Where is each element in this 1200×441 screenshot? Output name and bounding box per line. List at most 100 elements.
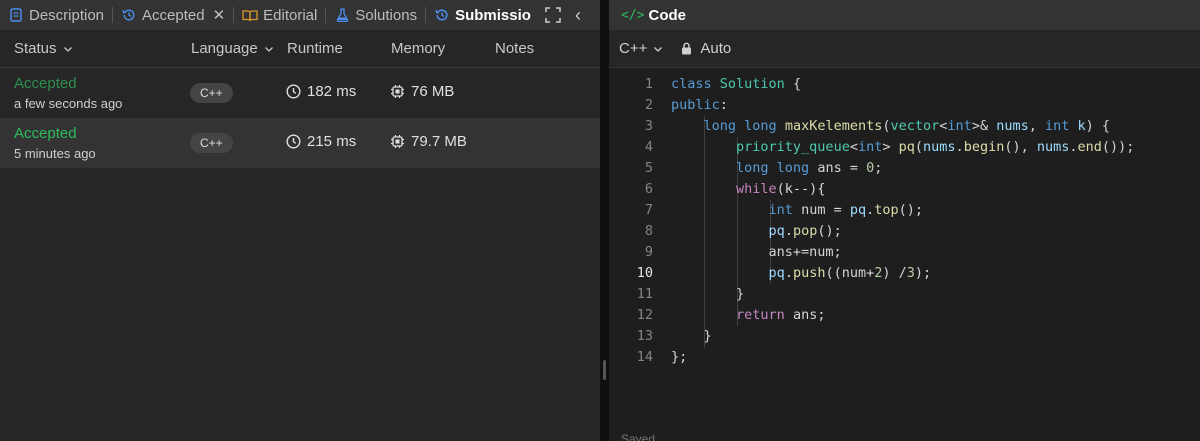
runtime-value: 182 ms <box>307 83 357 100</box>
memory-column-header: Memory <box>391 40 445 57</box>
history-icon <box>121 7 137 23</box>
code-line-current: 10 pq.push((num+2) /3); <box>609 263 1200 284</box>
code-line: 3 long long maxKelements(vector<int>& nu… <box>609 116 1200 137</box>
line-number: 9 <box>644 244 653 260</box>
table-row[interactable]: Accepted a few seconds ago C++ 182 ms 76… <box>0 68 600 118</box>
tab-divider <box>112 7 114 23</box>
table-header: Status Language Runtime Memory Notes <box>0 30 600 68</box>
timestamp: a few seconds ago <box>14 96 123 111</box>
language-column-header[interactable]: Language <box>191 40 274 57</box>
chevron-left-icon[interactable]: ‹ <box>575 5 581 26</box>
runtime-cell: 215 ms <box>286 133 356 150</box>
line-number: 4 <box>644 139 653 155</box>
chevron-down-icon <box>264 46 273 52</box>
line-number: 8 <box>644 223 653 239</box>
tab-label: Solutions <box>355 6 418 24</box>
line-number: 3 <box>644 118 653 134</box>
tab-label: Description <box>29 6 105 24</box>
expand-icon[interactable] <box>544 6 562 24</box>
notes-column-header: Notes <box>495 40 534 57</box>
line-number: 1 <box>644 76 653 92</box>
chip-icon <box>391 85 404 98</box>
language-select[interactable]: C++ <box>619 40 663 57</box>
header-label: Status <box>14 40 57 57</box>
runtime-column-header: Runtime <box>287 40 343 57</box>
tab-submissions[interactable]: Submissio <box>434 0 531 30</box>
code-title: Code <box>648 6 686 24</box>
header-label: Memory <box>391 40 446 57</box>
saved-status: Saved <box>621 432 656 441</box>
code-line: 5 long long ans = 0; <box>609 158 1200 179</box>
timestamp: 5 minutes ago <box>14 146 96 161</box>
code-line: 1 class Solution { <box>609 74 1200 95</box>
chevron-down-icon <box>63 46 72 52</box>
line-number: 14 <box>636 349 653 365</box>
language-badge: C++ <box>190 83 233 103</box>
tab-label: Accepted <box>142 6 205 24</box>
line-number: 5 <box>644 160 653 176</box>
table-row[interactable]: Accepted 5 minutes ago C++ 215 ms 79.7 M… <box>0 118 600 168</box>
clock-icon <box>286 134 301 149</box>
code-text: } <box>671 328 712 344</box>
app-root: Description Accepted ✕ Editorial Solutio… <box>0 0 1200 441</box>
clock-icon <box>286 84 301 99</box>
status-text[interactable]: Accepted <box>14 125 77 142</box>
code-text: int num = pq.top(); <box>768 202 924 218</box>
tab-divider <box>425 7 427 23</box>
code-panel-header: </> Code <box>609 0 1200 30</box>
code-text: public: <box>671 97 728 113</box>
tab-divider <box>325 7 327 23</box>
code-editor[interactable]: 1 class Solution { 2 public: 3 long long m… <box>609 74 1200 374</box>
code-text: }; <box>671 349 688 365</box>
code-line: 8 pq.pop(); <box>609 221 1200 242</box>
runtime-cell: 182 ms <box>286 83 356 100</box>
code-line: 9 ans+=num; <box>609 242 1200 263</box>
mode-label: Auto <box>700 40 732 57</box>
tab-accepted[interactable]: Accepted ✕ <box>121 0 225 30</box>
code-text: ans+=num; <box>671 244 842 260</box>
language-label: C++ <box>619 40 648 57</box>
book-icon <box>242 7 258 23</box>
code-text: while(k--){ <box>736 181 826 197</box>
line-number: 13 <box>636 328 653 344</box>
auto-mode-toggle[interactable]: Auto <box>681 40 731 57</box>
submissions-panel: Description Accepted ✕ Editorial Solutio… <box>0 0 600 441</box>
code-text: return ans; <box>736 307 826 323</box>
code-text: long long maxKelements(vector<int>& nums… <box>703 118 1111 134</box>
line-number: 11 <box>636 286 653 302</box>
flask-icon <box>334 7 350 23</box>
history-icon <box>434 7 450 23</box>
code-text: class Solution { <box>671 76 802 92</box>
code-text: pq.push((num+2) /3); <box>768 265 932 281</box>
description-icon <box>8 7 24 23</box>
tab-divider <box>233 7 235 23</box>
code-text: long long ans = 0; <box>736 160 883 176</box>
header-label: Language <box>191 40 258 57</box>
memory-value: 79.7 MB <box>411 133 467 150</box>
close-icon[interactable]: ✕ <box>213 6 226 24</box>
status-text[interactable]: Accepted <box>14 75 77 92</box>
editor-toolbar: C++ Auto <box>609 30 1200 68</box>
code-line: 2 public: <box>609 95 1200 116</box>
runtime-value: 215 ms <box>307 133 357 150</box>
left-tab-bar: Description Accepted ✕ Editorial Solutio… <box>0 0 600 30</box>
tab-solutions[interactable]: Solutions <box>334 0 417 30</box>
line-number: 12 <box>636 307 653 323</box>
code-text: } <box>671 286 745 302</box>
resize-handle[interactable] <box>603 360 606 380</box>
header-label: Notes <box>495 40 535 57</box>
status-column-header[interactable]: Status <box>14 40 73 57</box>
tab-label: Submissio <box>455 6 531 24</box>
code-line: 11 } <box>609 284 1200 305</box>
code-line: 6 while(k--){ <box>609 179 1200 200</box>
code-panel: </> Code C++ Auto 1 class Solution { 2 pub… <box>609 0 1200 441</box>
code-line: 12 return ans; <box>609 305 1200 326</box>
tab-editorial[interactable]: Editorial <box>242 0 317 30</box>
chevron-down-icon <box>654 46 663 52</box>
memory-value: 76 MB <box>411 83 455 100</box>
tab-description[interactable]: Description <box>8 0 104 30</box>
header-label: Runtime <box>287 40 343 57</box>
code-line: 13 } <box>609 326 1200 347</box>
line-number: 7 <box>644 202 653 218</box>
tab-label: Editorial <box>263 6 318 24</box>
